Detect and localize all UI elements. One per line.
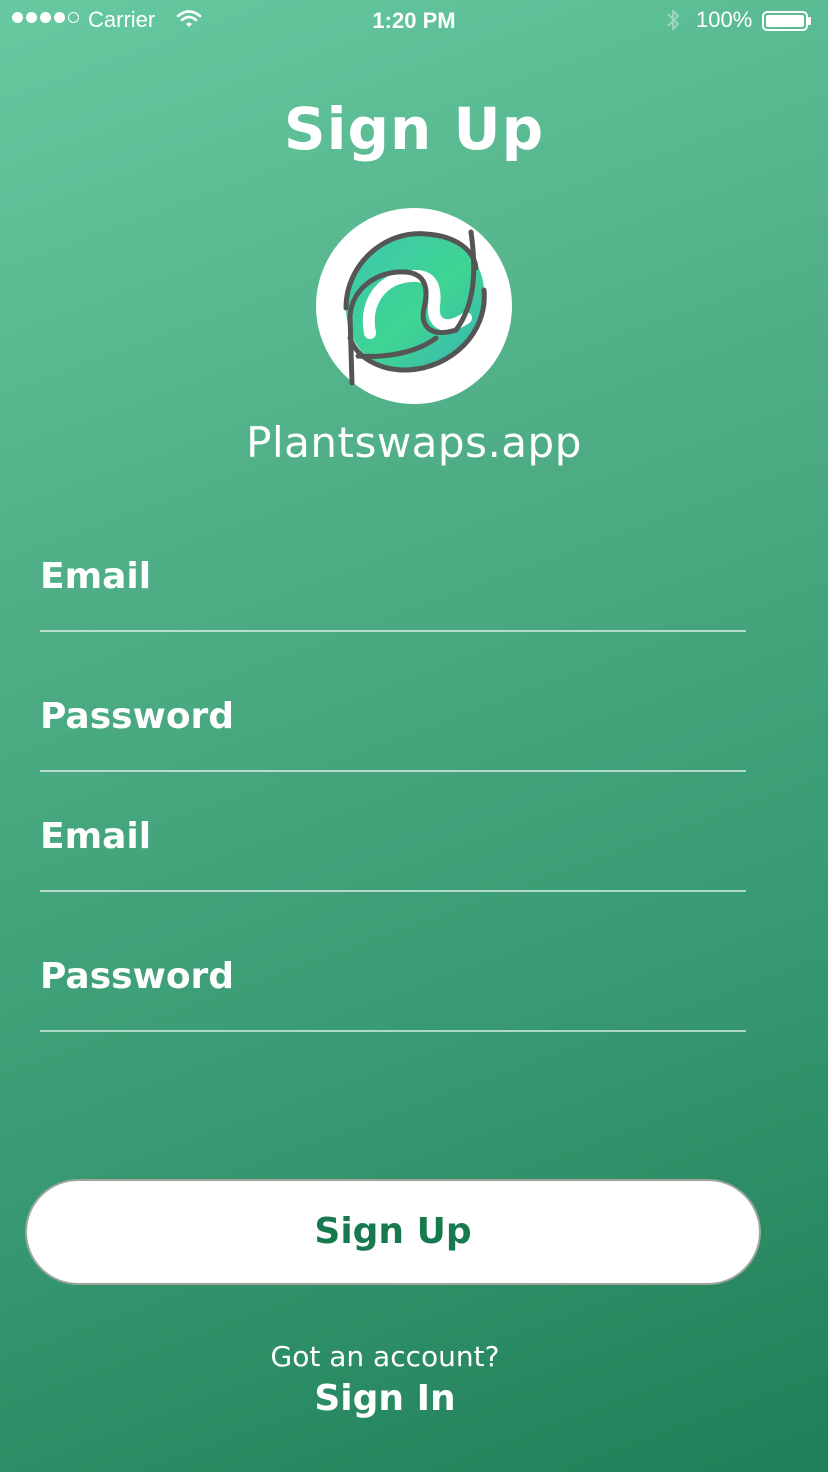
email-field-2[interactable]: Email (40, 816, 746, 892)
email-field-label: Email (40, 556, 152, 597)
status-bar: Carrier 1:20 PM 100% (0, 0, 828, 40)
password-field-label: Password (40, 696, 235, 737)
sign-up-button[interactable]: Sign Up (25, 1179, 761, 1285)
page-title: Sign Up (283, 95, 545, 163)
app-logo (316, 208, 512, 404)
account-prompt: Got an account? (270, 1340, 500, 1373)
app-name: Plantswaps.app (246, 418, 582, 467)
email-field-2-label: Email (40, 816, 152, 857)
battery-percentage: 100% (696, 7, 753, 32)
email-field[interactable]: Email (40, 556, 746, 632)
leaf-logo-icon (343, 229, 487, 386)
sign-in-link[interactable]: Sign In (0, 1378, 770, 1419)
password-field-2-label: Password (40, 956, 235, 997)
password-field[interactable]: Password (40, 696, 746, 772)
password-field-2[interactable]: Password (40, 956, 746, 1032)
bluetooth-icon (667, 10, 679, 30)
battery-icon (762, 11, 811, 31)
